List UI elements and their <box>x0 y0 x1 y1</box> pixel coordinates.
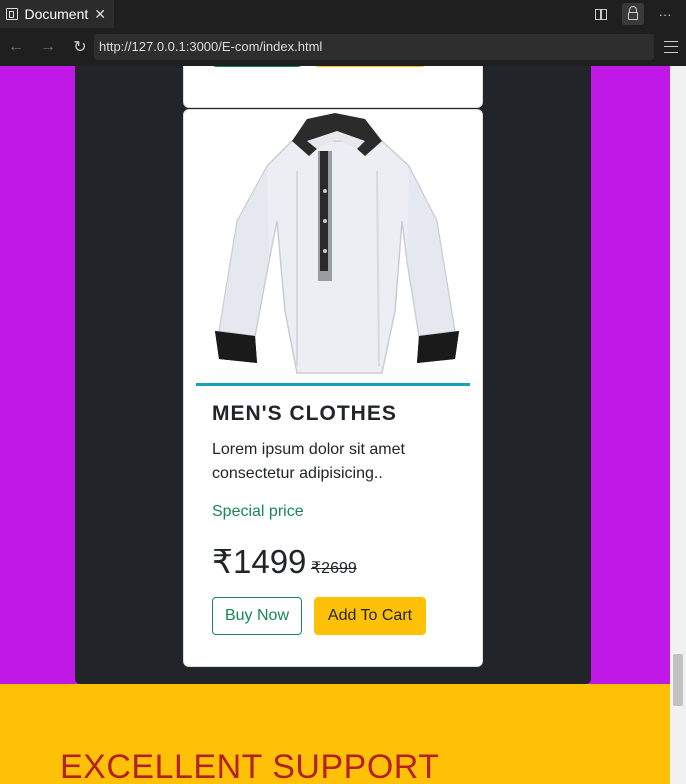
more-button[interactable]: ··· <box>654 3 676 25</box>
page-viewport: MEN'S CLOTHES Lorem ipsum dolor sit amet… <box>0 66 670 784</box>
image-divider <box>196 383 470 386</box>
url-bar[interactable]: http://127.0.0.1:3000/E-com/index.html <box>94 34 654 60</box>
close-tab-icon[interactable]: ✕ <box>94 6 106 23</box>
special-price-label: Special price <box>212 503 304 520</box>
browser-navbar: ← → ↻ http://127.0.0.1:3000/E-com/index.… <box>0 28 686 66</box>
lock-button[interactable] <box>622 3 644 25</box>
buy-now-button[interactable]: Buy Now <box>212 597 302 635</box>
browser-tab[interactable]: Document ✕ <box>0 0 114 28</box>
document-icon <box>6 8 19 20</box>
page-scrollbar[interactable] <box>670 66 686 784</box>
reload-button[interactable]: ↻ <box>64 37 96 57</box>
product-image <box>215 113 459 374</box>
add-to-cart-button[interactable]: Add To Cart <box>314 597 426 635</box>
prev-add-to-cart-button[interactable] <box>314 66 426 67</box>
support-section: EXCELLENT SUPPORT <box>0 684 670 784</box>
split-view-icon <box>595 8 607 20</box>
original-price: ₹2699 <box>311 560 357 577</box>
title-actions: ··· <box>590 3 676 25</box>
product-price: ₹1499 <box>212 543 307 580</box>
hamburger-menu-icon[interactable] <box>664 41 678 53</box>
more-icon: ··· <box>658 6 672 22</box>
product-description: Lorem ipsum dolor sit amet consectetur a… <box>212 441 405 482</box>
previous-product-card <box>183 66 483 108</box>
product-card: MEN'S CLOTHES Lorem ipsum dolor sit amet… <box>183 109 483 667</box>
support-heading: EXCELLENT SUPPORT <box>60 748 440 784</box>
back-button[interactable]: ← <box>0 38 32 56</box>
browser-titlebar: Document ✕ ··· <box>0 0 686 28</box>
split-view-button[interactable] <box>590 3 612 25</box>
tab-title: Document <box>24 6 89 22</box>
forward-button[interactable]: → <box>32 38 64 56</box>
products-panel: MEN'S CLOTHES Lorem ipsum dolor sit amet… <box>75 66 591 684</box>
product-title: MEN'S CLOTHES <box>212 402 397 425</box>
lock-icon <box>628 6 638 20</box>
prev-buy-now-button[interactable] <box>212 66 302 67</box>
scrollbar-thumb[interactable] <box>673 654 683 706</box>
